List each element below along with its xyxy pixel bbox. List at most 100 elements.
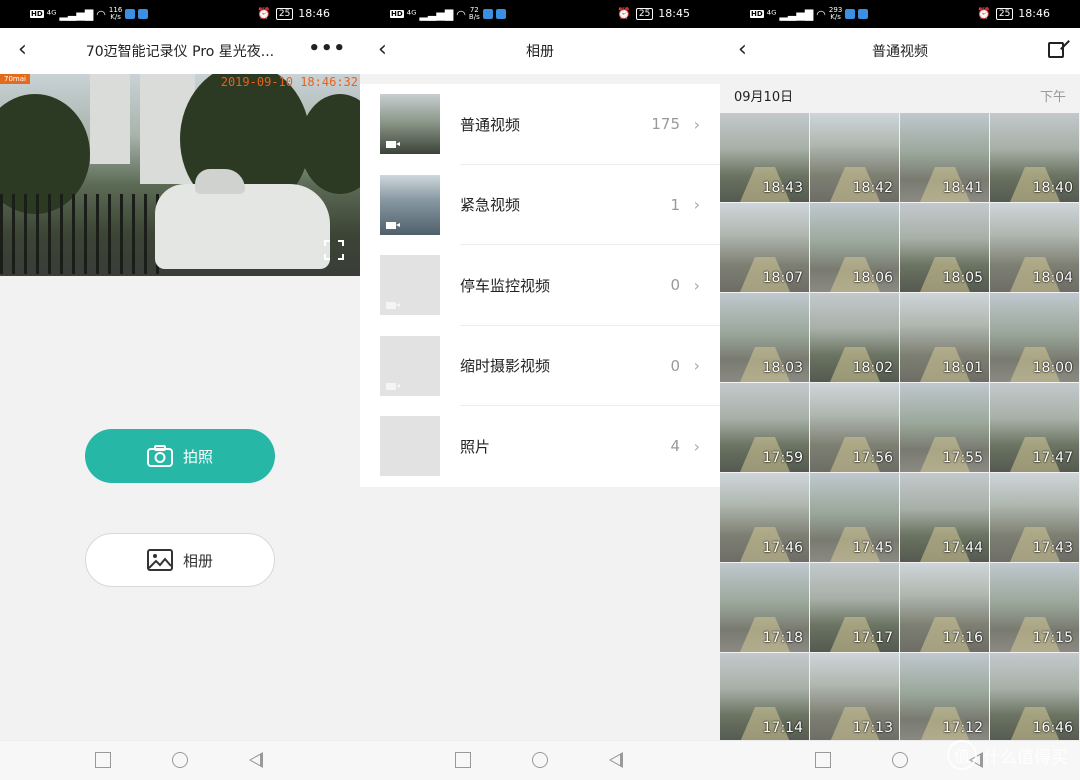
video-thumbnail[interactable]: 17:15 (990, 563, 1079, 652)
video-thumbnail[interactable]: 17:13 (810, 653, 899, 742)
video-icon (386, 221, 400, 229)
album-item-label: 缩时摄影视频 (460, 357, 551, 376)
open-album-button[interactable]: 相册 (85, 533, 275, 587)
take-photo-button[interactable]: 拍照 (85, 429, 275, 483)
album-item-normal-video[interactable]: 普通视频 175 › (360, 84, 720, 165)
chevron-right-icon: › (693, 275, 700, 295)
video-thumbnail[interactable]: 17:44 (900, 473, 989, 562)
watermark: 值 什么值得买 (947, 740, 1068, 770)
video-thumbnail[interactable]: 18:05 (900, 203, 989, 292)
album-item-emergency-video[interactable]: 紧急视频 1 › (360, 165, 720, 245)
page-title: 70迈智能记录仪 Pro 星光夜... (85, 44, 275, 60)
album-item-count: 175 (651, 115, 680, 134)
video-time: 18:43 (762, 180, 803, 196)
video-thumbnail[interactable]: 18:04 (990, 203, 1079, 292)
period-label: 下午 (1039, 90, 1066, 105)
video-time: 18:07 (762, 270, 803, 286)
recents-icon[interactable] (815, 752, 831, 768)
video-thumbnail[interactable]: 18:00 (990, 293, 1079, 382)
video-time: 18:01 (942, 360, 983, 376)
album-item-parking-video[interactable]: 停车监控视频 0 › (360, 245, 720, 326)
more-icon[interactable]: ••• (308, 38, 346, 59)
brand-logo: 70mai (0, 74, 30, 84)
watermark-logo: 值 (947, 740, 977, 770)
video-thumbnail[interactable]: 17:46 (720, 473, 809, 562)
clock: 18:46 (1018, 7, 1050, 20)
app-notify-icon (845, 9, 856, 19)
video-time: 18:42 (852, 180, 893, 196)
camera-screen: HD ⁴ᴳ ▂▃▅▇ ◠ 116 K/s ⏰ 25 18:46 ‹ 70迈智能记录仪 Pro… (0, 0, 360, 780)
back-nav-icon[interactable] (249, 752, 263, 768)
video-thumbnail[interactable]: 17:16 (900, 563, 989, 652)
video-icon (386, 141, 400, 148)
clock: 18:46 (298, 7, 330, 20)
chevron-left-icon[interactable]: ‹ (378, 38, 394, 62)
video-time: 17:15 (1032, 630, 1073, 646)
edit-icon[interactable] (1048, 42, 1064, 58)
video-thumbnail[interactable]: 18:40 (990, 113, 1079, 202)
home-icon[interactable] (892, 752, 908, 768)
video-thumbnail[interactable]: 17:18 (720, 563, 809, 652)
video-thumbnail[interactable]: 17:14 (720, 653, 809, 742)
video-thumbnail[interactable]: 17:59 (720, 383, 809, 472)
video-thumbnail[interactable]: 17:17 (810, 563, 899, 652)
video-time: 17:55 (942, 450, 983, 466)
video-time: 18:03 (762, 360, 803, 376)
video-thumbnail[interactable]: 17:45 (810, 473, 899, 562)
video-thumbnail[interactable]: 16:46 (990, 653, 1079, 742)
video-time: 17:45 (852, 540, 893, 556)
clock: 18:45 (658, 7, 690, 20)
video-thumbnail[interactable]: 18:07 (720, 203, 809, 292)
date-label: 09月10日 (734, 90, 794, 105)
video-thumbnail[interactable]: 18:01 (900, 293, 989, 382)
chevron-right-icon: › (693, 436, 700, 456)
album-item-label: 普通视频 (460, 115, 521, 134)
net-speed: 116 K/s (108, 6, 123, 21)
video-icon (386, 382, 400, 390)
recents-icon[interactable] (95, 752, 111, 768)
video-time: 17:17 (852, 630, 893, 646)
chevron-left-icon[interactable]: ‹ (738, 38, 754, 62)
album-item-count: 4 (670, 437, 680, 456)
video-thumbnail[interactable]: 17:55 (900, 383, 989, 472)
video-thumbnail[interactable]: 17:43 (990, 473, 1079, 562)
video-thumbnail[interactable]: 17:47 (990, 383, 1079, 472)
back-nav-icon[interactable] (609, 752, 623, 768)
status-bar: HD ⁴ᴳ ▂▃▅▇ ◠ 116 K/s ⏰ 25 18:46 (0, 0, 360, 28)
battery-indicator: 25 (275, 7, 294, 20)
video-thumbnail[interactable]: 18:43 (720, 113, 809, 202)
home-icon[interactable] (532, 752, 548, 768)
net-speed: 72 B/s (468, 6, 480, 21)
video-thumbnail[interactable]: 17:56 (810, 383, 899, 472)
parked-car (195, 169, 245, 194)
recents-icon[interactable] (455, 752, 471, 768)
video-thumbnail[interactable]: 18:03 (720, 293, 809, 382)
fullscreen-icon[interactable] (324, 240, 344, 260)
album-item-timelapse-video[interactable]: 缩时摄影视频 0 › (360, 326, 720, 406)
album-item-photos[interactable]: 照片 4 › (360, 406, 720, 487)
album-thumbnail (380, 94, 440, 154)
app-notify-icon (495, 9, 506, 19)
video-time: 18:02 (852, 360, 893, 376)
app-notify-icon (482, 9, 493, 19)
video-thumbnail[interactable]: 18:41 (900, 113, 989, 202)
parked-car (155, 184, 330, 269)
date-header: 09月10日 下午 (720, 74, 1080, 114)
video-time: 17:13 (852, 720, 893, 736)
app-notify-icon (858, 9, 869, 19)
video-thumbnail[interactable]: 18:06 (810, 203, 899, 292)
top-bar: ‹ 普通视频 (720, 28, 1080, 74)
video-time: 18:05 (942, 270, 983, 286)
home-icon[interactable] (172, 752, 188, 768)
video-thumbnail[interactable]: 18:02 (810, 293, 899, 382)
open-album-label: 相册 (182, 551, 213, 570)
video-thumbnail[interactable]: 17:12 (900, 653, 989, 742)
live-preview[interactable]: 70mai 2019-09-10 18:46:32 (0, 74, 360, 276)
chevron-right-icon: › (693, 114, 700, 134)
system-nav-bar (0, 740, 360, 780)
album-thumbnail (380, 335, 440, 396)
chevron-left-icon[interactable]: ‹ (18, 38, 34, 62)
video-thumbnail[interactable]: 18:42 (810, 113, 899, 202)
album-item-label: 照片 (460, 437, 491, 456)
battery-indicator: 25 (635, 7, 654, 20)
